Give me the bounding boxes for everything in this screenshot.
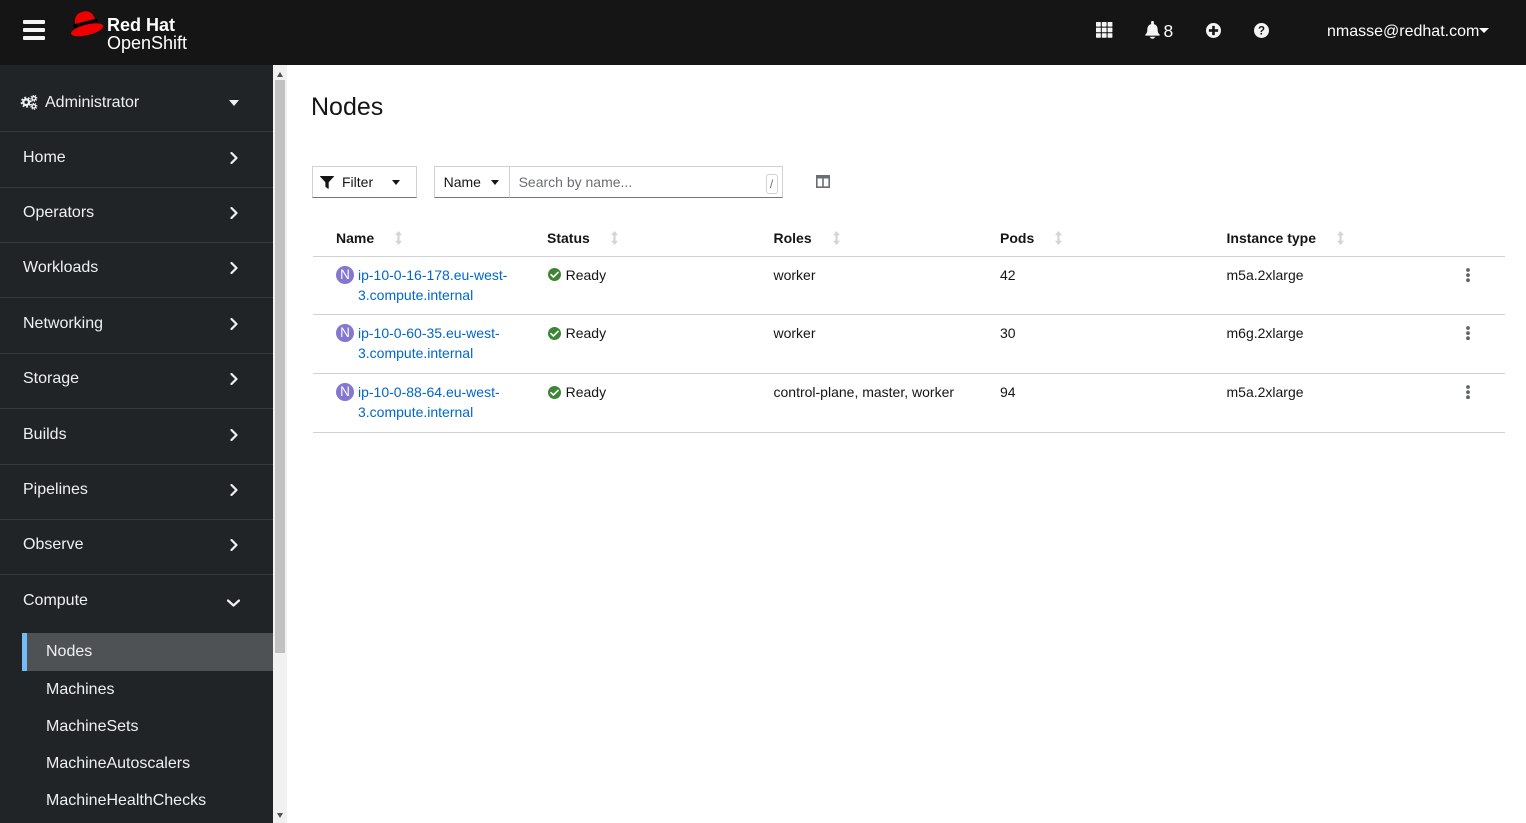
svg-text:?: ? — [1258, 25, 1265, 37]
